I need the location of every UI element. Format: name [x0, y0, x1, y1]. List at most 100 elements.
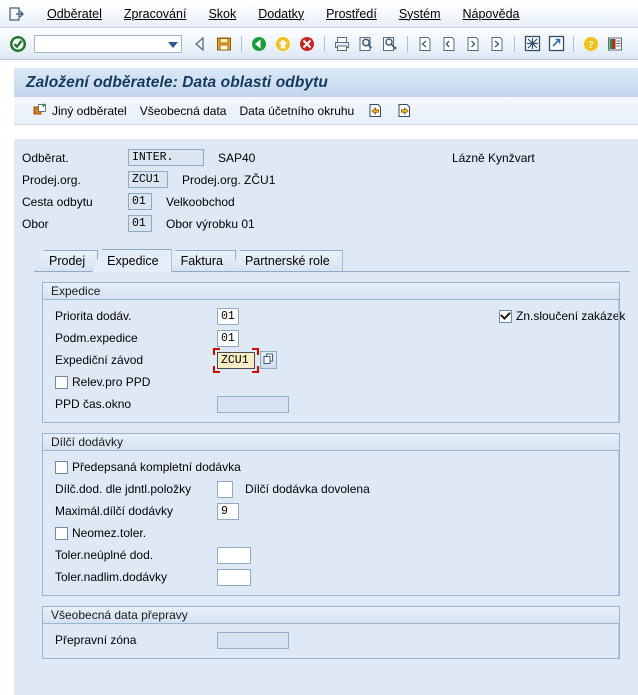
- customize-layout-icon[interactable]: [604, 33, 626, 55]
- tab-partnerske-role[interactable]: Partnerské role: [229, 250, 343, 272]
- next-screen-button[interactable]: [392, 101, 421, 121]
- previous-page-icon[interactable]: [438, 33, 460, 55]
- sales-org-field: ZCU1: [128, 171, 168, 188]
- save-icon[interactable]: [213, 33, 235, 55]
- group-expedice: Expedice Priorita dodáv. 01 Podm.expedic…: [42, 282, 625, 423]
- relev-pro-ppd-label: Relev.pro PPD: [72, 375, 151, 389]
- tab-prodej[interactable]: Prodej: [34, 250, 99, 272]
- next-screen-icon: [396, 103, 412, 119]
- exit-yellow-icon[interactable]: [272, 33, 294, 55]
- row-predepsana-kompletni-dodavka: Předepsaná kompletní dodávka: [43, 456, 619, 478]
- group-expedice-body: Priorita dodáv. 01 Podm.expedice 01 Expe…: [43, 300, 625, 422]
- customer-desc: SAP40: [218, 150, 256, 165]
- find-icon[interactable]: [355, 33, 377, 55]
- create-shortcut-icon[interactable]: [545, 33, 567, 55]
- prepravni-zona-input[interactable]: [217, 631, 289, 649]
- menu-item-napoveda-label: Nápověda: [462, 6, 520, 21]
- other-customer-label: Jiný odběratel: [52, 103, 127, 118]
- menu-item-skok-label: Skok: [208, 6, 237, 21]
- group-vseobecna-data-prepravy: Všeobecná data přepravy Přepravní zóna: [42, 606, 620, 659]
- toler-neuplne-dod-input[interactable]: [217, 546, 251, 564]
- menu-item-dodatky[interactable]: Dodatky: [247, 5, 315, 23]
- company-code-data-button[interactable]: Data účetního okruhu: [235, 102, 363, 120]
- row-dilc-dod-dle-polozky: Dílč.dod. dle jdntl.položky Dílčí dodávk…: [43, 478, 619, 500]
- tab-expedice-label: Expedice: [107, 254, 159, 268]
- other-customer-icon: [32, 103, 48, 119]
- command-input[interactable]: [35, 35, 165, 52]
- toler-nadlim-dodavky-label: Toler.nadlim.dodávky: [55, 570, 168, 584]
- screen-canvas: Odběrat. INTER. SAP40 Lázně Kynžvart Pro…: [14, 138, 638, 695]
- menu-item-zpracovani[interactable]: Zpracování: [113, 5, 198, 23]
- row-neomez-toler: Neomez.toler.: [43, 522, 619, 544]
- command-field[interactable]: [34, 34, 182, 53]
- menu-item-prostredi[interactable]: Prostředí: [315, 5, 388, 23]
- toolbar-separator: [241, 35, 242, 52]
- header-row-sales-org: Prodej.org. ZCU1 Prodej.org. ZČU1: [22, 169, 638, 190]
- group-dilci-dodavky: Dílčí dodávky Předepsaná kompletní dodáv…: [42, 433, 620, 596]
- menu-item-odberatel-label: Odběratel: [47, 6, 102, 21]
- menu-item-system-label: Systém: [398, 6, 441, 21]
- distribution-channel-label: Cesta odbytu: [22, 194, 93, 209]
- toolbar-separator: [324, 35, 325, 52]
- header-row-division: Obor 01 Obor výrobku 01: [22, 213, 638, 234]
- matchcode-icon: [263, 353, 275, 368]
- last-page-icon[interactable]: [486, 33, 508, 55]
- neomez-toler-checkbox[interactable]: [55, 526, 68, 540]
- other-customer-button[interactable]: Jiný odběratel: [28, 101, 136, 121]
- tab-partnerske-role-label: Partnerské role: [244, 254, 330, 268]
- chevron-down-icon[interactable]: [168, 41, 178, 48]
- system-exit-icon[interactable]: [8, 6, 26, 22]
- find-next-icon[interactable]: [379, 33, 401, 55]
- previous-screen-icon: [367, 103, 383, 119]
- predepsana-kompletni-dodavka-checkbox[interactable]: [55, 460, 68, 474]
- title-wrapper: Založení odběratele: Data oblasti odbytu: [0, 60, 638, 97]
- new-session-icon[interactable]: [521, 33, 543, 55]
- menu-item-napoveda[interactable]: Nápověda: [452, 5, 531, 23]
- standard-toolbar: ?: [0, 28, 638, 60]
- zn-slouceni-zakazek-checkbox[interactable]: [499, 309, 512, 323]
- back-arrow-icon[interactable]: [189, 33, 211, 55]
- sales-org-desc: Prodej.org. ZČU1: [182, 172, 276, 187]
- priorita-label: Priorita dodáv.: [55, 309, 132, 323]
- expedicni-zavod-input[interactable]: ZCU1: [217, 351, 255, 369]
- enter-check-icon[interactable]: [7, 33, 29, 55]
- maximal-dilci-dodavky-label: Maximál.dílčí dodávky: [55, 504, 174, 518]
- row-podm-expedice: Podm.expedice 01: [43, 327, 619, 349]
- relev-pro-ppd-checkbox[interactable]: [55, 375, 68, 389]
- distribution-channel-field: 01: [128, 193, 152, 210]
- expedicni-zavod-matchcode-button[interactable]: [260, 351, 277, 369]
- menu-bar: Odběratel Zpracování Skok Dodatky Prostř…: [0, 0, 638, 28]
- group-expedice-title: Expedice: [43, 282, 619, 300]
- menu-item-odberatel[interactable]: Odběratel: [36, 5, 113, 23]
- tab-faktura[interactable]: Faktura: [165, 250, 236, 272]
- expedicni-zavod-focus-wrapper: ZCU1: [213, 347, 259, 373]
- group-dilci-divider: [618, 451, 619, 595]
- cancel-red-icon[interactable]: [296, 33, 318, 55]
- ppd-cas-okno-input[interactable]: [217, 395, 289, 413]
- focus-corner-bottom-right-icon: [252, 365, 259, 373]
- help-icon[interactable]: ?: [580, 33, 602, 55]
- svg-text:?: ?: [588, 39, 594, 51]
- ppd-cas-okno-label: PPD čas.okno: [55, 397, 132, 411]
- row-expedicni-zavod: Expediční závod ZCU1: [43, 347, 619, 373]
- tab-expedice[interactable]: Expedice: [92, 249, 172, 272]
- customer-header-block: Odběrat. INTER. SAP40 Lázně Kynžvart Pro…: [14, 139, 638, 239]
- dilc-dod-dle-polozky-input[interactable]: [217, 480, 233, 498]
- toolbar-separator: [407, 35, 408, 52]
- priorita-input[interactable]: 01: [217, 307, 239, 325]
- expedicni-zavod-label: Expediční závod: [55, 353, 144, 367]
- menu-item-system[interactable]: Systém: [388, 5, 452, 23]
- podm-expedice-input[interactable]: 01: [217, 329, 239, 347]
- back-green-icon[interactable]: [248, 33, 270, 55]
- toler-nadlim-dodavky-input[interactable]: [217, 568, 251, 586]
- row-toler-nadlim-dodavky: Toler.nadlim.dodávky: [43, 566, 619, 588]
- next-page-icon[interactable]: [462, 33, 484, 55]
- dilc-dod-dle-polozky-desc: Dílčí dodávka dovolena: [245, 482, 370, 496]
- general-data-button[interactable]: Všeobecná data: [136, 102, 236, 120]
- print-icon[interactable]: [331, 33, 353, 55]
- previous-screen-button[interactable]: [363, 101, 392, 121]
- first-page-icon[interactable]: [414, 33, 436, 55]
- maximal-dilci-dodavky-input[interactable]: 9: [217, 502, 239, 520]
- row-ppd-cas-okno: PPD čas.okno: [43, 393, 619, 415]
- menu-item-skok[interactable]: Skok: [197, 5, 247, 23]
